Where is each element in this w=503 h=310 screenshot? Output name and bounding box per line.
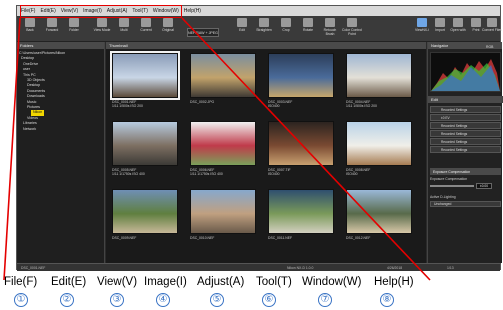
legend-label-file: File(F) [4, 276, 38, 288]
legend-number-8: ⑧ [380, 293, 394, 307]
legend-label-edit: Edit(E) [51, 276, 87, 288]
legend-number-3: ③ [110, 293, 124, 307]
callout-line-left [3, 17, 21, 281]
legend-number-2: ② [60, 293, 74, 307]
legend-number-4: ④ [156, 293, 170, 307]
legend-label-tool: Tool(T) [256, 276, 292, 288]
legend-label-view: View(V) [97, 276, 138, 288]
legend-label-window: Window(W) [302, 276, 362, 288]
legend-label-image: Image(I) [144, 276, 187, 288]
legend-number-5: ⑤ [210, 293, 224, 307]
legend-label-help: Help(H) [374, 276, 414, 288]
callout-line-right [181, 17, 431, 281]
stage: File(F) Edit(E) View(V) Image(I) Adjust(… [0, 0, 503, 310]
legend-number-7: ⑦ [318, 293, 332, 307]
legend-number-1: ① [14, 293, 28, 307]
legend-label-adjust: Adjust(A) [197, 276, 245, 288]
legend-number-6: ⑥ [262, 293, 276, 307]
callout-lines [3, 17, 431, 281]
menu-legend: File(F) Edit(E) View(V) Image(I) Adjust(… [0, 276, 503, 310]
